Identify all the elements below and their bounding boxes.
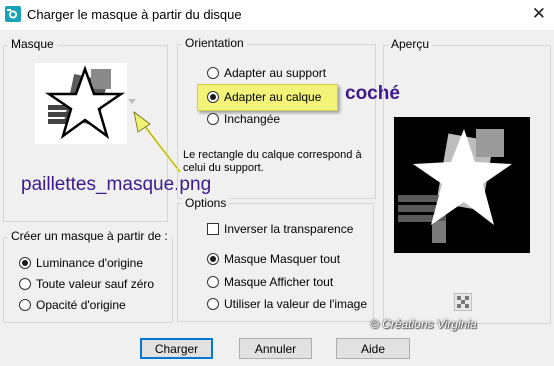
create-mask-group-label: Créer un masque à partir de : [8, 229, 171, 243]
mask-star-image [35, 63, 127, 144]
title-bar: Charger le masque à partir du disque ✕ [0, 0, 554, 30]
radio-fit-layer-label: Adapter au calque [224, 90, 322, 104]
invert-transparency-box[interactable] [207, 223, 219, 235]
radio-show-all-label: Masque Afficher tout [224, 275, 334, 289]
preview-image [394, 117, 530, 253]
radio-opacity-button[interactable] [19, 299, 31, 311]
radio-fit-layer-button[interactable] [207, 91, 219, 103]
radio-fit-canvas-button[interactable] [207, 67, 219, 79]
radio-hide-all-button[interactable] [207, 253, 219, 265]
preview-group-label: Aperçu [388, 37, 433, 51]
load-button[interactable]: Charger [140, 338, 213, 359]
radio-fit-layer[interactable]: Adapter au calque [207, 88, 321, 106]
orientation-group-label: Orientation [182, 36, 247, 50]
radio-any-nonzero-label: Toute valeur sauf zéro [36, 277, 155, 291]
mask-group-label: Masque [8, 37, 57, 51]
radio-fit-canvas[interactable]: Adapter au support [207, 64, 326, 82]
radio-unchanged[interactable]: Inchangée [207, 110, 280, 128]
cancel-button[interactable]: Annuler [239, 338, 312, 359]
mask-thumbnail[interactable] [35, 63, 127, 144]
radio-unchanged-button[interactable] [207, 113, 219, 125]
dropdown-arrow-icon[interactable] [128, 99, 136, 105]
radio-unchanged-label: Inchangée [224, 112, 281, 126]
orientation-info-text: Le rectangle du calque correspond à celu… [183, 149, 362, 174]
radio-image-value[interactable]: Utiliser la valeur de l'image [207, 295, 367, 313]
radio-opacity[interactable]: Opacité d'origine [19, 296, 126, 314]
radio-image-value-label: Utiliser la valeur de l'image [224, 297, 368, 311]
radio-luminance-button[interactable] [19, 257, 31, 269]
radio-any-nonzero-button[interactable] [19, 278, 31, 290]
radio-hide-all[interactable]: Masque Masquer tout [207, 250, 340, 268]
radio-luminance-label: Luminance d'origine [36, 256, 144, 270]
radio-opacity-label: Opacité d'origine [36, 298, 126, 312]
radio-show-all[interactable]: Masque Afficher tout [207, 273, 333, 291]
invert-transparency-label: Inverser la transparence [224, 222, 354, 236]
window-title: Charger le masque à partir du disque [27, 7, 242, 22]
radio-hide-all-label: Masque Masquer tout [224, 252, 341, 266]
help-button[interactable]: Aide [336, 338, 410, 359]
preview-navigator-icon[interactable] [454, 293, 472, 311]
preview-star-image [394, 117, 530, 253]
close-icon[interactable]: ✕ [532, 4, 546, 24]
radio-image-value-button[interactable] [207, 298, 219, 310]
watermark: © Créations Virginia [370, 317, 477, 331]
radio-luminance[interactable]: Luminance d'origine [19, 254, 143, 272]
invert-transparency-checkbox[interactable]: Inverser la transparence [207, 220, 353, 238]
app-icon [5, 6, 21, 22]
radio-any-nonzero[interactable]: Toute valeur sauf zéro [19, 275, 154, 293]
radio-show-all-button[interactable] [207, 276, 219, 288]
radio-fit-canvas-label: Adapter au support [224, 66, 327, 80]
options-group-label: Options [182, 196, 230, 210]
